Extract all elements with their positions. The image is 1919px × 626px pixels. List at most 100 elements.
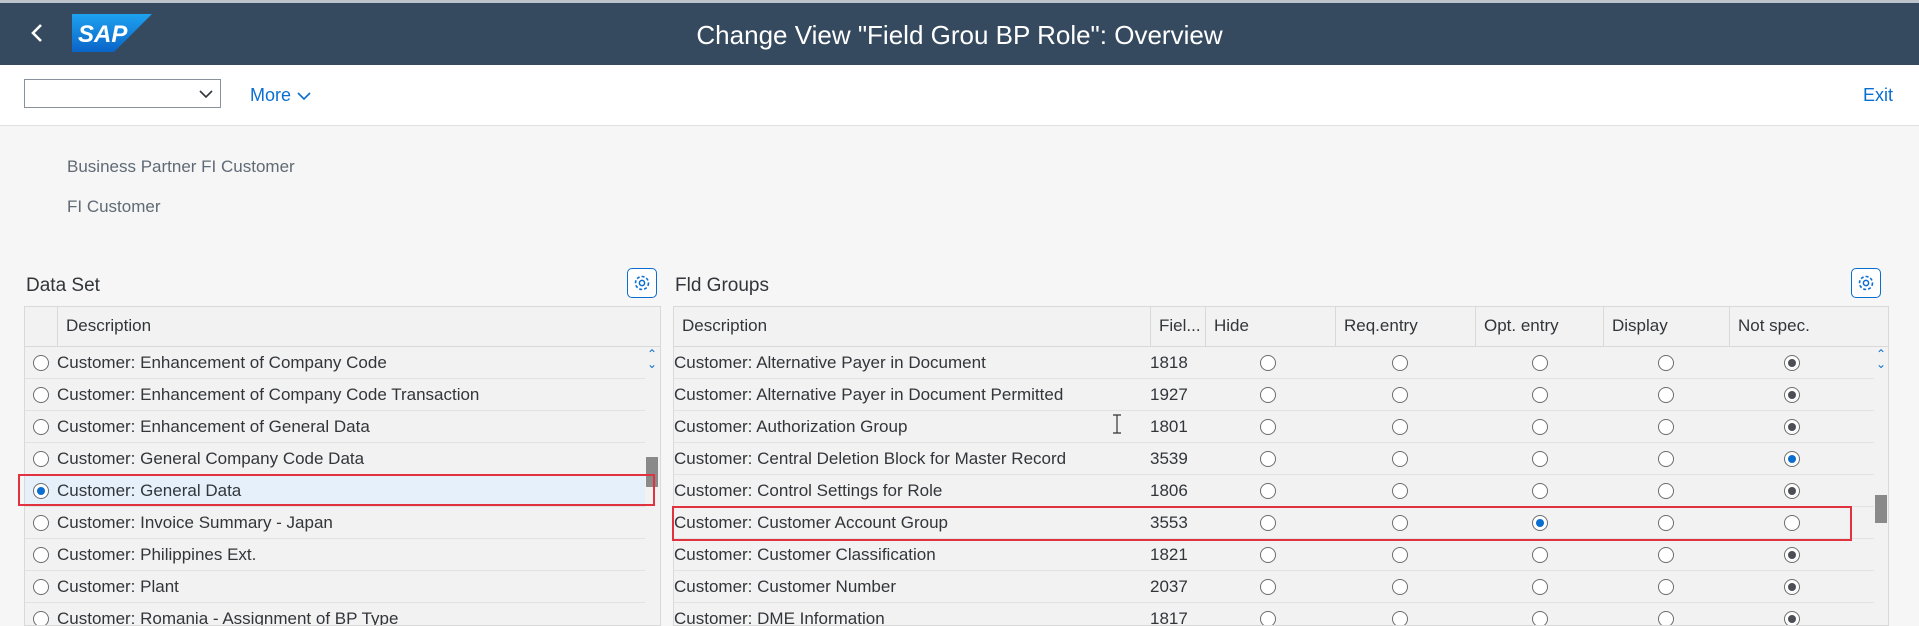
radio-req-entry[interactable] — [1392, 419, 1408, 435]
fld-group-number: 3539 — [1150, 449, 1188, 468]
radio-opt-entry[interactable] — [1532, 387, 1548, 403]
radio-hide[interactable] — [1260, 387, 1276, 403]
radio-not-spec[interactable] — [1784, 611, 1800, 625]
column-header-hide[interactable]: Hide — [1205, 307, 1335, 346]
fld-group-number: 1801 — [1150, 417, 1188, 436]
column-header-description[interactable]: Description — [674, 307, 1150, 346]
fld-group-description: Customer: DME Information — [674, 609, 885, 626]
radio-opt-entry[interactable] — [1532, 483, 1548, 499]
radio-not-spec[interactable] — [1784, 483, 1800, 499]
column-header-req-entry[interactable]: Req.entry — [1335, 307, 1475, 346]
chevron-down-icon — [297, 92, 311, 101]
radio-hide[interactable] — [1260, 451, 1276, 467]
radio-hide[interactable] — [1260, 355, 1276, 371]
data-set-table-header: Description — [25, 307, 660, 347]
column-header-description[interactable]: Description — [57, 307, 647, 346]
fld-group-number: 1818 — [1150, 353, 1188, 372]
data-set-scrollbar[interactable]: ⌃ ⌄ — [645, 347, 659, 625]
data-set-description: Customer: General Company Code Data — [57, 449, 365, 468]
fld-groups-row: Customer: Alternative Payer in Document 1… — [674, 347, 1874, 379]
radio-opt-entry[interactable] — [1532, 579, 1548, 595]
fld-group-description: Customer: Central Deletion Block for Mas… — [674, 449, 1067, 468]
radio-not-spec[interactable] — [1784, 451, 1800, 467]
more-menu-button[interactable]: More — [250, 85, 311, 106]
fld-groups-title: Fld Groups — [675, 275, 769, 296]
data-set-row[interactable]: Customer: Enhancement of Company Code Tr… — [25, 379, 645, 411]
radio-display[interactable] — [1658, 355, 1674, 371]
radio-opt-entry[interactable] — [1532, 451, 1548, 467]
radio-not-spec[interactable] — [1784, 387, 1800, 403]
radio-opt-entry[interactable] — [1532, 419, 1548, 435]
row-select-radio[interactable] — [33, 547, 49, 563]
data-set-row[interactable]: Customer: Philippines Ext. — [25, 539, 645, 571]
radio-hide[interactable] — [1260, 579, 1276, 595]
command-combobox[interactable] — [24, 79, 221, 108]
row-select-radio[interactable] — [33, 515, 49, 531]
data-set-row[interactable]: Customer: Romania - Assignment of BP Typ… — [25, 603, 645, 625]
fld-groups-settings-button[interactable] — [1851, 268, 1881, 298]
radio-display[interactable] — [1658, 611, 1674, 625]
gear-icon — [634, 275, 650, 291]
data-set-row[interactable]: Customer: General Data — [25, 475, 645, 507]
row-select-radio[interactable] — [33, 483, 49, 499]
radio-not-spec[interactable] — [1784, 579, 1800, 595]
exit-button[interactable]: Exit — [1863, 85, 1893, 106]
data-set-row[interactable]: Customer: Enhancement of Company Code — [25, 347, 645, 379]
row-select-radio[interactable] — [33, 611, 49, 625]
row-select-radio[interactable] — [33, 387, 49, 403]
column-header-opt-entry[interactable]: Opt. entry — [1475, 307, 1603, 346]
data-set-scroll-thumb[interactable] — [646, 457, 658, 487]
column-header-not-spec[interactable]: Not spec. — [1729, 307, 1874, 346]
radio-req-entry[interactable] — [1392, 579, 1408, 595]
data-set-row[interactable]: Customer: General Company Code Data — [25, 443, 645, 475]
scroll-arrows-icon[interactable]: ⌃ ⌄ — [647, 348, 657, 370]
data-set-description: Customer: Enhancement of General Data — [57, 417, 370, 436]
radio-req-entry[interactable] — [1392, 483, 1408, 499]
radio-display[interactable] — [1658, 579, 1674, 595]
radio-opt-entry[interactable] — [1532, 611, 1548, 625]
row-select-radio[interactable] — [33, 419, 49, 435]
radio-req-entry[interactable] — [1392, 451, 1408, 467]
radio-req-entry[interactable] — [1392, 547, 1408, 563]
radio-not-spec[interactable] — [1784, 419, 1800, 435]
radio-display[interactable] — [1658, 483, 1674, 499]
data-set-settings-button[interactable] — [627, 268, 657, 298]
radio-opt-entry[interactable] — [1532, 355, 1548, 371]
radio-req-entry[interactable] — [1392, 387, 1408, 403]
row-select-radio[interactable] — [33, 579, 49, 595]
data-set-description: Customer: Enhancement of Company Code Tr… — [57, 385, 480, 404]
radio-not-spec[interactable] — [1784, 547, 1800, 563]
radio-req-entry[interactable] — [1392, 355, 1408, 371]
data-set-row[interactable]: Customer: Plant — [25, 571, 645, 603]
radio-hide[interactable] — [1260, 419, 1276, 435]
fld-group-description: Customer: Alternative Payer in Document … — [674, 385, 1064, 404]
column-header-field-number[interactable]: Fiel... — [1150, 307, 1205, 346]
fld-group-number: 3553 — [1150, 513, 1188, 532]
header-line-1: Business Partner FI Customer — [67, 157, 295, 176]
radio-hide[interactable] — [1260, 611, 1276, 625]
radio-hide[interactable] — [1260, 515, 1276, 531]
radio-not-spec[interactable] — [1784, 355, 1800, 371]
fld-group-description: Customer: Customer Account Group — [674, 513, 949, 532]
radio-hide[interactable] — [1260, 483, 1276, 499]
data-set-row[interactable]: Customer: Enhancement of General Data — [25, 411, 645, 443]
column-header-display[interactable]: Display — [1603, 307, 1729, 346]
radio-display[interactable] — [1658, 547, 1674, 563]
radio-hide[interactable] — [1260, 547, 1276, 563]
radio-req-entry[interactable] — [1392, 515, 1408, 531]
radio-display[interactable] — [1658, 515, 1674, 531]
fld-groups-scroll-thumb[interactable] — [1875, 495, 1887, 523]
fld-groups-scrollbar[interactable]: ⌃ ⌄ — [1874, 347, 1888, 625]
radio-display[interactable] — [1658, 451, 1674, 467]
radio-not-spec[interactable] — [1784, 515, 1800, 531]
scroll-arrows-icon[interactable]: ⌃ ⌄ — [1876, 348, 1886, 370]
radio-display[interactable] — [1658, 419, 1674, 435]
row-select-radio[interactable] — [33, 355, 49, 371]
radio-req-entry[interactable] — [1392, 611, 1408, 625]
radio-opt-entry[interactable] — [1532, 547, 1548, 563]
data-set-row[interactable]: Customer: Invoice Summary - Japan — [25, 507, 645, 539]
row-select-radio[interactable] — [33, 451, 49, 467]
radio-display[interactable] — [1658, 387, 1674, 403]
radio-opt-entry[interactable] — [1532, 515, 1548, 531]
fld-groups-row: Customer: Alternative Payer in Document … — [674, 379, 1874, 411]
